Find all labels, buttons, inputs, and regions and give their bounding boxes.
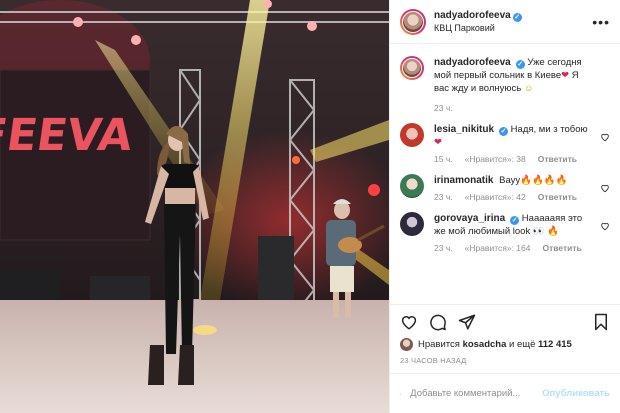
commenter-avatar[interactable] xyxy=(400,123,424,147)
smile-emoji: ☺ xyxy=(523,83,534,94)
caption: nadyadorofeeva ✓ Уже сегодня мой первый с… xyxy=(400,56,610,113)
reply-button[interactable]: Ответить xyxy=(542,243,581,253)
comment-time[interactable]: 23 ч. xyxy=(434,243,453,253)
verified-badge-icon: ✓ xyxy=(512,12,522,22)
comment-item: gorovaya_irina ✓ Наааааяя это же мой люби… xyxy=(400,212,610,253)
comment-item: irinamonatik Вауу🔥🔥🔥🔥 23 ч. «Нравится»: … xyxy=(400,174,610,202)
commenter-username[interactable]: gorovaya_irina xyxy=(434,213,505,224)
author-username[interactable]: nadyadorofeeva xyxy=(434,10,511,21)
share-icon[interactable] xyxy=(458,313,476,331)
comment-emoji: 👀 🔥 xyxy=(532,226,560,237)
comment-item: lesia_nikituk ✓ Надя, ми з тобою ❤ 15 ч. «… xyxy=(400,123,610,164)
caption-avatar[interactable] xyxy=(400,56,424,80)
caption-username[interactable]: nadyadorofeeva xyxy=(434,57,511,68)
liker-username[interactable]: kosadcha xyxy=(463,339,507,350)
comment-like-heart-icon[interactable] xyxy=(600,132,610,142)
comment-emoji: ❤ xyxy=(434,137,442,148)
reply-button[interactable]: Ответить xyxy=(538,192,577,202)
commenter-avatar[interactable] xyxy=(400,174,424,198)
stage-screen-text: FEEVA xyxy=(0,110,136,161)
likes-prefix: Нравится xyxy=(418,339,460,350)
post-location[interactable]: КВЦ Парковий xyxy=(434,22,592,34)
comment-time[interactable]: 23 ч. xyxy=(434,192,453,202)
heart-icon[interactable] xyxy=(400,313,418,331)
likes-summary[interactable]: Нравится kosadcha и ещё 112 415 xyxy=(400,338,572,351)
comment-icon[interactable] xyxy=(429,313,447,331)
verified-badge-icon: ✓ xyxy=(515,60,525,69)
comment-likes[interactable]: «Нравится»: 164 xyxy=(465,243,531,253)
commenter-avatar[interactable] xyxy=(400,212,424,236)
comments-list[interactable]: nadyadorofeeva ✓ Уже сегодня мой первый с… xyxy=(390,44,620,305)
publish-button[interactable]: Опубликовать xyxy=(542,388,610,399)
red-heart-emoji: ❤ xyxy=(561,70,570,81)
commenter-username[interactable]: irinamonatik xyxy=(434,175,493,186)
post-header: nadyadorofeeva ✓ КВЦ Парковий ••• xyxy=(390,0,620,44)
reply-button[interactable]: Ответить xyxy=(538,154,577,164)
caption-time[interactable]: 23 ч. xyxy=(434,103,453,113)
comment-likes[interactable]: «Нравится»: 38 xyxy=(465,154,526,164)
author-avatar[interactable] xyxy=(400,8,426,35)
comment-time[interactable]: 15 ч. xyxy=(434,154,453,164)
post-photo[interactable]: FEEVA xyxy=(0,0,389,413)
concert-stage-image: FEEVA xyxy=(0,0,389,413)
more-options-icon[interactable]: ••• xyxy=(592,14,610,30)
comment-like-heart-icon[interactable] xyxy=(600,183,610,193)
comment-like-heart-icon[interactable] xyxy=(600,221,610,231)
post-time-ago[interactable]: 23 ЧАСОВ НАЗАД xyxy=(400,356,466,365)
likes-count[interactable]: 112 415 xyxy=(538,339,572,350)
bookmark-icon[interactable] xyxy=(592,313,610,331)
liker-avatar xyxy=(400,338,413,351)
comment-emoji: 🔥🔥🔥🔥 xyxy=(520,175,568,186)
author-info: nadyadorofeeva ✓ КВЦ Парковий xyxy=(434,10,592,34)
verified-badge-icon: ✓ xyxy=(499,127,509,136)
comment-text: Вауу xyxy=(499,175,521,186)
add-comment-bar: Опубликовать xyxy=(390,373,620,413)
comment-likes[interactable]: «Нравится»: 42 xyxy=(465,192,526,202)
comment-text: Надя, ми з тобою xyxy=(510,124,588,135)
post-sidebar: nadyadorofeeva ✓ КВЦ Парковий ••• nadyado… xyxy=(389,0,620,413)
commenter-username[interactable]: lesia_nikituk xyxy=(434,124,494,135)
comment-input[interactable] xyxy=(410,388,543,399)
smiley-icon[interactable] xyxy=(400,385,402,403)
instagram-post-modal: FEEVA nadyadorofeeva ✓ КВЦ Парковий ••• … xyxy=(0,0,620,413)
likes-middle: и ещё xyxy=(509,339,536,350)
verified-badge-icon: ✓ xyxy=(510,216,520,225)
post-actions xyxy=(390,304,620,331)
